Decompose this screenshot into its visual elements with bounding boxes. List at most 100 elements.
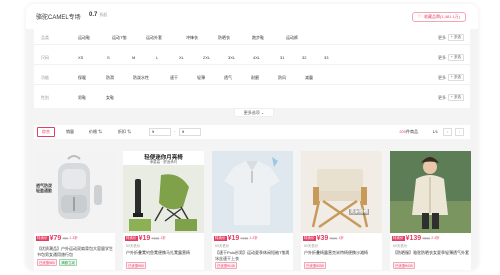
expand-more-options-button[interactable]: 更多选项 ⌄	[234, 108, 274, 117]
filter-option[interactable]: 32	[302, 55, 306, 60]
filter-row-function: 功能 保暖 防滑 防泼水性 速干 轻薄 透气 耐磨 防风 减震 更多 + 多选	[34, 70, 470, 85]
product-card[interactable]: 透气防泼 轻盈通勤 特卖价 ¥79 ¥59 1.3折 【优质潮品】户外运动双肩背…	[34, 151, 115, 270]
product-image-backpack[interactable]: 透气防泼 轻盈通勤	[34, 151, 115, 233]
price-min-input[interactable]: ¥	[149, 128, 171, 136]
prev-page-button[interactable]: ‹	[443, 128, 452, 136]
filter-multi-button[interactable]: + 多选	[447, 54, 464, 61]
low-price-note: 60天低价	[393, 244, 408, 248]
sort-comprehensive[interactable]: 综合	[37, 127, 55, 137]
next-page-button[interactable]: ›	[455, 128, 464, 136]
promo-tag: 满额立减	[59, 259, 77, 266]
product-price: ¥139	[405, 235, 422, 242]
filter-option[interactable]: 耐磨	[251, 75, 259, 81]
filter-option[interactable]: 3XL	[228, 55, 235, 60]
discount-tag: 已优惠¥80	[37, 259, 57, 266]
sun-jacket-illustration	[390, 151, 471, 233]
discount-rate: 1.3折	[69, 236, 78, 240]
filter-option[interactable]: 跑步鞋	[252, 35, 264, 41]
product-card[interactable]: 特卖价 ¥139 ¥569 2.4折 60天低价 【防晒服】骆驼防晒衣女夏季轻薄…	[390, 151, 471, 270]
sort-sales[interactable]: 销量	[66, 127, 74, 137]
filter-option[interactable]: M	[132, 55, 135, 60]
filter-option[interactable]: 防滑	[106, 75, 114, 81]
product-title[interactable]: 户外折叠椅露营克米特椅便携沙滩椅	[304, 250, 380, 261]
filter-option[interactable]: L	[156, 55, 158, 60]
filter-option[interactable]: 运动鞋	[78, 35, 90, 41]
product-price: ¥79	[49, 235, 62, 242]
product-image-subline: 承重高 · 舒适承托	[149, 160, 178, 164]
discount-rate: 1折	[160, 236, 166, 240]
filter-option[interactable]: 透气	[224, 75, 232, 81]
product-title[interactable]: 【防晒服】骆驼防晒衣女夏季轻薄透气外套	[393, 250, 469, 261]
filter-more-button[interactable]: 更多	[438, 55, 446, 61]
filter-multi-button[interactable]: + 多选	[447, 34, 464, 41]
discount-tag: 已优惠¥146	[215, 262, 237, 269]
collect-brand-label: 收藏品牌(1,481.1万)	[423, 14, 460, 19]
product-image-sun-jacket[interactable]	[390, 151, 471, 233]
discount-value: 0.7	[89, 12, 98, 18]
filter-option[interactable]: S	[107, 55, 110, 60]
filter-multi-button[interactable]: + 多选	[447, 74, 464, 81]
filter-multi-button[interactable]: + 多选	[447, 94, 464, 101]
sort-price[interactable]: 价格 ⇅	[89, 127, 102, 137]
filter-multi-label: 多选	[453, 55, 461, 59]
filter-option[interactable]: 运动裤	[286, 35, 298, 41]
product-card[interactable]: 克米特椅 特卖价 ¥39 ¥398 1折 60天低价 户外折叠椅露营克米特椅便携…	[301, 151, 382, 270]
filter-option[interactable]: 运动T恤	[112, 35, 126, 41]
discount-rate: 2.4折	[431, 236, 440, 240]
product-grid: 透气防泼 轻盈通勤 特卖价 ¥79 ¥59 1.3折 【优质潮品】户外运动双肩背…	[34, 151, 471, 270]
filter-option[interactable]: 4XL	[253, 55, 260, 60]
product-image-moon-chair[interactable]: 轻便迷你月亮椅 承重高 · 舒适承托	[123, 151, 204, 233]
filter-option[interactable]: 速干	[170, 75, 178, 81]
low-price-note: 60天低价	[304, 244, 319, 248]
price-max-input[interactable]: ¥	[179, 128, 201, 136]
filter-option[interactable]: 防晒衣	[218, 35, 230, 41]
sort-discount[interactable]: 折扣 ⇅	[118, 127, 131, 137]
price-row: 特卖价 ¥79 ¥59 1.3折	[36, 235, 78, 244]
filter-option[interactable]: 轻薄	[197, 75, 205, 81]
product-price: ¥39	[316, 235, 329, 242]
filter-more-button[interactable]: 更多	[438, 95, 446, 101]
heart-icon: ♡	[417, 14, 422, 20]
price-row: 特卖价 ¥19 ¥165 1.2折	[214, 235, 258, 244]
store-name: 骆驼CAMEL专场	[36, 15, 81, 21]
filter-option[interactable]: XL	[179, 55, 184, 60]
price-row: 特卖价 ¥139 ¥569 2.4折	[392, 235, 440, 244]
filter-option[interactable]: 2XL	[203, 55, 210, 60]
filter-multi-label: 多选	[453, 75, 461, 79]
filter-more-button[interactable]: 更多	[438, 35, 446, 41]
product-title[interactable]: 【优质潮品】户外运动双肩背包大容量学生书包男女通用旅行包	[37, 246, 113, 257]
filter-option[interactable]: 保暖	[78, 75, 86, 81]
filter-option[interactable]: 防风	[278, 75, 286, 81]
filter-label: 品类	[41, 35, 49, 40]
filter-option[interactable]: 运动外套	[146, 35, 162, 41]
filter-option[interactable]: XS	[78, 55, 83, 60]
page-indicator: 1/1	[432, 129, 438, 134]
product-image-polo-shirt[interactable]	[212, 151, 293, 233]
filter-option[interactable]: 33	[324, 55, 328, 60]
filter-option[interactable]: 减震	[305, 75, 313, 81]
filter-row-size: 尺码 XS S M L XL 2XL 3XL 4XL 31 32 33 更多 +…	[34, 50, 470, 65]
discount-tag: 已优惠¥359	[304, 262, 326, 269]
collect-brand-button[interactable]: ♡ 收藏品牌(1,481.1万)	[411, 12, 466, 22]
discount-rate: 1.2折	[249, 236, 258, 240]
filter-option[interactable]: 31	[280, 55, 284, 60]
product-title[interactable]: 【速干Polo衫男】运动夏季休闲短袖T恤男冰丝速干上衣	[215, 250, 291, 261]
filter-label: 功能	[41, 75, 49, 80]
special-price-badge: 特卖价	[36, 236, 49, 241]
product-price: ¥19	[138, 235, 151, 242]
original-price: ¥569	[422, 236, 431, 241]
discount-label: 折起	[99, 12, 108, 17]
filter-option[interactable]: 女鞋	[106, 95, 114, 101]
filter-option[interactable]: 男鞋	[78, 95, 86, 101]
store-header: 骆驼CAMEL专场 0.7 折起 ♡ 收藏品牌(1,481.1万)	[26, 4, 478, 29]
filter-label: 性别	[41, 95, 49, 100]
special-price-badge: 特卖价	[125, 236, 138, 241]
product-card[interactable]: 轻便迷你月亮椅 承重高 · 舒适承托 特卖价 ¥19 ¥188 1折 60天低价…	[123, 151, 204, 270]
price-row: 特卖价 ¥39 ¥398 1折	[303, 235, 344, 244]
product-image-kermit-chair[interactable]: 克米特椅	[301, 151, 382, 233]
product-title[interactable]: 户外折叠凳钓鱼凳便携马扎凳露营椅	[126, 250, 202, 261]
filter-option[interactable]: 冲锋衣	[186, 35, 198, 41]
filter-option[interactable]: 防泼水性	[133, 75, 149, 81]
filter-more-button[interactable]: 更多	[438, 75, 446, 81]
product-card[interactable]: 特卖价 ¥19 ¥165 1.2折 60天低价 【速干Polo衫男】运动夏季休闲…	[212, 151, 293, 270]
